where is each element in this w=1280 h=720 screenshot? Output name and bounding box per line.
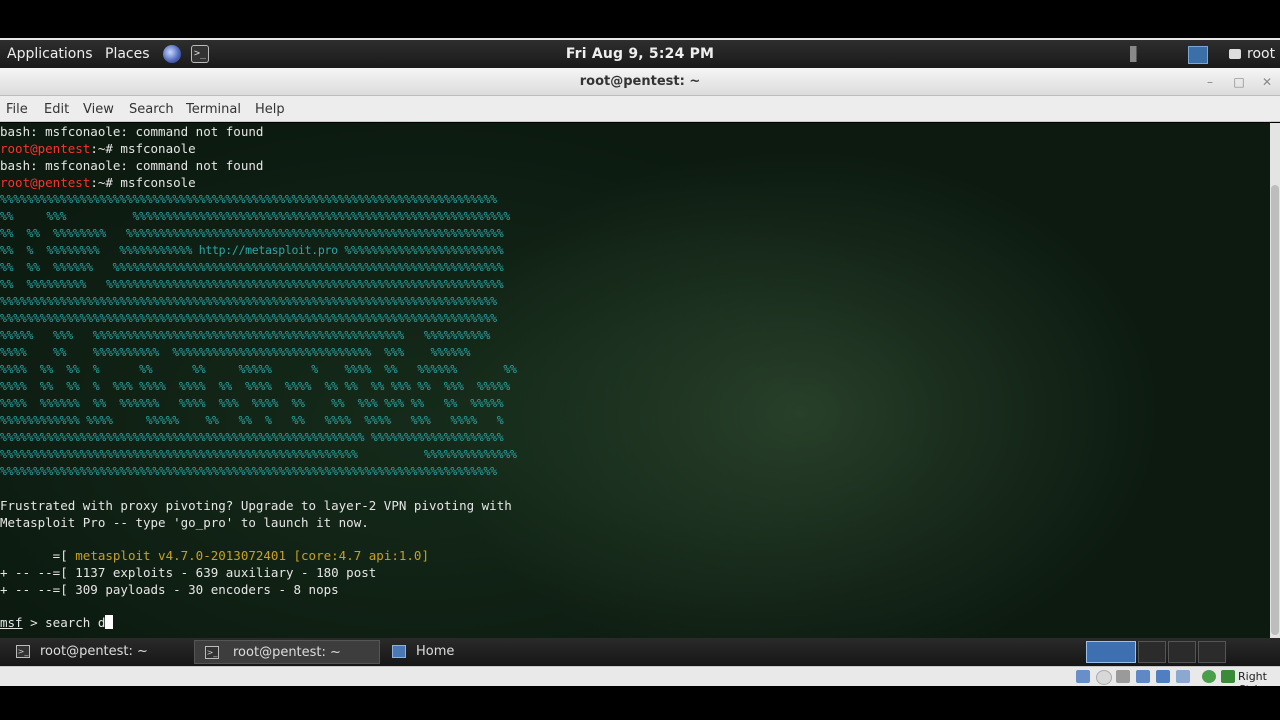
maximize-button[interactable]: □ [1226, 72, 1252, 92]
top-panel: Applications Places >_ Fri Aug 9, 5:24 P… [0, 38, 1280, 68]
menu-help[interactable]: Help [255, 102, 285, 117]
vbox-status-bar: Right Ctrl [0, 666, 1280, 696]
output-line: bash: msfconaole: command not found [0, 158, 264, 173]
msf-prompt-separator: > [22, 615, 46, 630]
network-icon[interactable] [1188, 46, 1208, 64]
close-button[interactable]: ✕ [1254, 72, 1280, 92]
text-cursor [105, 615, 114, 629]
prompt-user: root@pentest [0, 141, 91, 156]
letterbox-top [0, 0, 1280, 36]
task-label: Home [416, 644, 455, 659]
workspace-4[interactable] [1198, 641, 1226, 663]
shared-folder-icon[interactable] [1156, 670, 1170, 683]
folder-icon [392, 645, 406, 658]
prompt-line: root@pentest:~# msfconsole [0, 174, 196, 191]
banner-prefix: =[ [0, 548, 76, 563]
usb-icon[interactable] [1116, 670, 1130, 683]
menu-bar: File Edit View Search Terminal Help [0, 96, 1280, 122]
user-menu[interactable]: root [1247, 46, 1275, 62]
workspace-2[interactable] [1138, 641, 1166, 663]
menu-search[interactable]: Search [129, 102, 174, 117]
ascii-art-line: %% %%%%%%%%% %%%%%%%%%%%%%%%%%%%%%%%%%%%… [0, 277, 504, 291]
mouse-integration-icon[interactable] [1221, 670, 1235, 683]
workspace-3[interactable] [1168, 641, 1196, 663]
display-icon[interactable] [1176, 670, 1190, 683]
taskbar-item-terminal-2[interactable]: >_ root@pentest: ~ [194, 640, 380, 664]
ascii-art-line: %%%%%%%%%%%%%%%%%%%%%%%%%%%%%%%%%%%%%%%%… [0, 430, 504, 444]
window-title: root@pentest: ~ [579, 74, 701, 89]
window-titlebar[interactable]: root@pentest: ~ – □ ✕ [0, 68, 1280, 96]
task-label: root@pentest: ~ [40, 644, 148, 659]
ascii-art-line: %%%%%%%%%%%%%%%%%%%%%%%%%%%%%%%%%%%%%%%%… [0, 447, 517, 461]
ascii-art-line: %%%% %%%%%% %% %%%%%% %%%% %%% %%%% %% %… [0, 396, 504, 410]
ascii-art-line: %%%% %% %% % %%% %%%% %%%% %% %%%% %%%% … [0, 379, 511, 393]
version-string: metasploit v4.7.0-2013072401 [core:4.7 a… [75, 548, 429, 563]
menu-file[interactable]: File [6, 102, 28, 117]
ascii-art-line: %%%% %% %%%%%%%%%% %%%%%%%%%%%%%%%%%%%%%… [0, 345, 471, 359]
menu-view[interactable]: View [83, 102, 114, 117]
hdd-icon[interactable] [1076, 670, 1090, 683]
msf-prompt-line[interactable]: msf > search d [0, 614, 114, 631]
ascii-art-line: %% % %%%%%%%% %%%%%%%%%%% http://metaspl… [0, 243, 504, 257]
payload-count-line: + -- --=[ 309 payloads - 30 encoders - 8… [0, 582, 339, 597]
ascii-art-line: %%%%%%%%%%%% %%%% %%%%% %% %% % %% %%%% … [0, 413, 504, 427]
ascii-art-line: %%%%%%%%%%%%%%%%%%%%%%%%%%%%%%%%%%%%%%%%… [0, 294, 497, 308]
chat-icon[interactable] [1229, 49, 1241, 59]
cdrom-icon[interactable] [1096, 670, 1112, 685]
taskbar: >_ root@pentest: ~ >_ root@pentest: ~ Ho… [0, 638, 1280, 666]
terminal-scrollbar[interactable] [1270, 123, 1280, 638]
taskbar-item-home[interactable]: Home [378, 640, 568, 664]
taskbar-item-terminal-1[interactable]: >_ root@pentest: ~ [2, 640, 192, 664]
ascii-art-line: %%%%% %%% %%%%%%%%%%%%%%%%%%%%%%%%%%%%%%… [0, 328, 491, 342]
minimize-button[interactable]: – [1197, 72, 1223, 92]
ascii-art-line: %% %% %%%%%% %%%%%%%%%%%%%%%%%%%%%%%%%%%… [0, 260, 504, 274]
exploit-count-line: + -- --=[ 1137 exploits - 639 auxiliary … [0, 565, 377, 580]
volume-muted-icon[interactable] [1130, 46, 1148, 62]
terminal-area[interactable]: bash: msfconaole: command not found root… [0, 123, 1270, 638]
pro-ad-line: Metasploit Pro -- type 'go_pro' to launc… [0, 515, 369, 530]
capture-icon[interactable] [1202, 670, 1216, 683]
version-banner: =[ metasploit v4.7.0-2013072401 [core:4.… [0, 547, 429, 564]
prompt-path: :~# [90, 175, 121, 190]
menu-terminal[interactable]: Terminal [186, 102, 241, 117]
task-label: root@pentest: ~ [233, 645, 341, 660]
prompt-line: root@pentest:~# msfconaole [0, 140, 196, 157]
ascii-art-line: %% %%% %%%%%%%%%%%%%%%%%%%%%%%%%%%%%%%%%… [0, 209, 511, 223]
terminal-icon: >_ [205, 646, 219, 659]
command-text: msfconsole [120, 175, 196, 190]
letterbox-bottom [0, 686, 1280, 720]
ascii-art-line: %%%%%%%%%%%%%%%%%%%%%%%%%%%%%%%%%%%%%%%%… [0, 464, 497, 478]
ascii-art-line: %%%%%%%%%%%%%%%%%%%%%%%%%%%%%%%%%%%%%%%%… [0, 311, 497, 325]
network-adapter-icon[interactable] [1136, 670, 1150, 683]
pro-ad-line: Frustrated with proxy pivoting? Upgrade … [0, 498, 512, 513]
ascii-art-line: %% %% %%%%%%%% %%%%%%%%%%%%%%%%%%%%%%%%%… [0, 226, 504, 240]
msf-prompt: msf [0, 615, 23, 630]
ascii-art-line: %%%% %% %% % %% %% %%%%% % %%%% %% %%%%%… [0, 362, 517, 376]
clock[interactable]: Fri Aug 9, 5:24 PM [0, 46, 1280, 62]
output-line: bash: msfconaole: command not found [0, 124, 264, 139]
prompt-path: :~# [90, 141, 121, 156]
menu-edit[interactable]: Edit [44, 102, 69, 117]
command-text: msfconaole [120, 141, 196, 156]
scrollbar-thumb[interactable] [1271, 185, 1279, 635]
ascii-art-line: %%%%%%%%%%%%%%%%%%%%%%%%%%%%%%%%%%%%%%%%… [0, 192, 497, 206]
command-input[interactable]: search d [45, 615, 105, 630]
prompt-user: root@pentest [0, 175, 91, 190]
workspace-1[interactable] [1086, 641, 1136, 663]
terminal-icon: >_ [16, 645, 30, 658]
